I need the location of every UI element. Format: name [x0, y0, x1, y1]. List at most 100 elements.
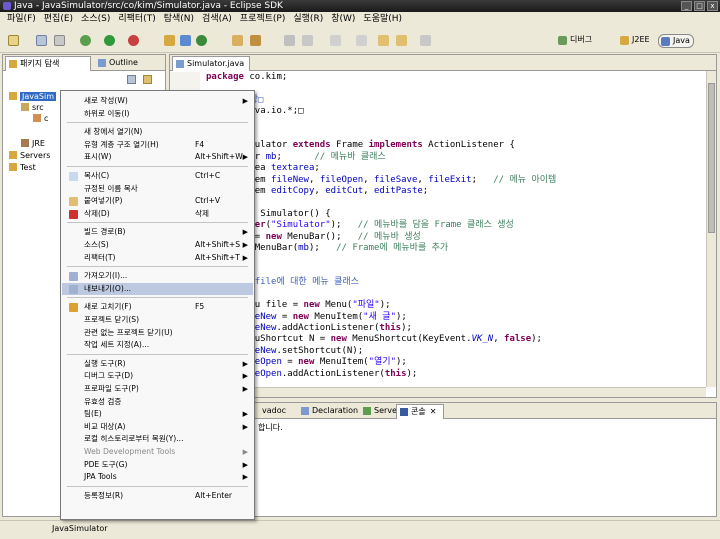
context-menu-item[interactable]: 하위로 이동(I)	[62, 108, 253, 120]
menu-item-label: 소스(S)	[84, 240, 109, 249]
menu-search[interactable]: 검색(A)	[198, 12, 236, 26]
perspective-debug[interactable]: 디버그	[556, 34, 595, 48]
context-menu-item[interactable]: 붙여넣기(P) Ctrl+V	[62, 195, 253, 207]
copy-icon	[69, 172, 78, 181]
annotation-next-icon[interactable]	[330, 35, 341, 46]
menu-refactor[interactable]: 리팩터(T)	[114, 12, 159, 26]
tab-package-explorer[interactable]: 패키지 탐색	[5, 56, 91, 71]
menu-file[interactable]: 파일(F)	[3, 12, 40, 26]
context-menu-item[interactable]: 관련 없는 프로젝트 닫기(U)	[62, 327, 253, 339]
context-menu-item[interactable]: 등록정보(R) Alt+Enter	[62, 490, 253, 502]
print-icon[interactable]	[54, 35, 65, 46]
package-explorer-tabbar: 패키지 탐색 Outline	[3, 55, 165, 71]
menu-window[interactable]: 창(W)	[327, 12, 359, 26]
context-menu-item[interactable]: 삭제(D) 삭제	[62, 208, 253, 220]
save-icon[interactable]	[36, 35, 47, 46]
open-type-icon[interactable]	[232, 35, 243, 46]
close-tab-icon[interactable]: ✕	[430, 407, 437, 416]
context-menu-item[interactable]: 리팩터(T) Alt+Shift+T ▶	[62, 252, 253, 264]
context-menu-item[interactable]: 새로 고치기(F) F5	[62, 301, 253, 313]
debug-perspective-icon	[558, 36, 567, 45]
perspective-debug-label: 디버그	[570, 35, 593, 44]
code-text[interactable]: package co.kim; // : 메모장□ import java.io…	[206, 72, 556, 380]
folder-icon	[9, 151, 17, 159]
perspective-java[interactable]: Java	[658, 34, 694, 48]
context-menu-item[interactable]: 새 창에서 열기(N)	[62, 126, 253, 138]
context-menu-item[interactable]: 가져오기(I)...	[62, 270, 253, 282]
minimize-button[interactable]: _	[681, 1, 692, 11]
context-menu-item[interactable]: 프로젝트 닫기(S)	[62, 314, 253, 326]
menu-run[interactable]: 실행(R)	[289, 12, 327, 26]
debug-icon[interactable]	[80, 35, 91, 46]
menu-separator	[67, 297, 248, 299]
tab-declaration[interactable]: Declaration	[298, 404, 358, 419]
delete-icon	[69, 209, 78, 219]
new-icon[interactable]	[8, 35, 19, 46]
maximize-button[interactable]: □	[694, 1, 705, 11]
tab-console[interactable]: 콘솔 ✕	[396, 404, 444, 419]
context-menu-item[interactable]: 표시(W) Alt+Shift+W ▶	[62, 151, 253, 163]
context-menu-item[interactable]: 유효성 검증	[62, 396, 253, 408]
tree-item-jre[interactable]: JRE	[21, 138, 45, 150]
back-icon[interactable]	[396, 35, 407, 46]
tab-outline[interactable]: Outline	[95, 56, 155, 71]
context-menu-item[interactable]: PDE 도구(G) ▶	[62, 459, 253, 471]
status-text: JavaSimulator	[52, 524, 108, 533]
editor-tab-label: Simulator.java	[187, 59, 245, 68]
context-menu-item[interactable]: 내보내기(O)...	[62, 282, 253, 295]
new-java-project-icon[interactable]	[164, 35, 175, 46]
forward-icon[interactable]	[420, 35, 431, 46]
context-menu-item[interactable]: JPA Tools ▶	[62, 471, 253, 483]
scrollbar-thumb[interactable]	[708, 83, 715, 233]
package-explorer-icon	[9, 60, 17, 68]
context-menu-item[interactable]: Web Development Tools ▶	[62, 446, 253, 458]
context-menu-item[interactable]: 작업 세트 지정(A)...	[62, 339, 253, 351]
link-with-editor-icon[interactable]	[143, 75, 152, 84]
search-icon[interactable]	[250, 35, 261, 46]
context-menu-item[interactable]: 빌드 경로(B) ▶	[62, 226, 253, 238]
menu-item-label: 유형 계층 구조 열기(H)	[84, 139, 159, 149]
menu-project[interactable]: 프로젝트(P)	[236, 12, 290, 26]
menu-navigate[interactable]: 탐색(N)	[160, 12, 198, 26]
j2ee-perspective-icon	[620, 36, 629, 45]
external-tools-icon[interactable]	[128, 35, 139, 46]
context-menu-item[interactable]: 디버그 도구(D) ▶	[62, 370, 253, 382]
submenu-arrow-icon: ▶	[242, 153, 248, 162]
submenu-arrow-icon: ▶	[242, 97, 248, 105]
toggle-breadcrumb-icon[interactable]	[302, 35, 313, 46]
tab-simulator-java[interactable]: Simulator.java	[172, 56, 250, 71]
tree-item-test[interactable]: Test	[9, 162, 36, 174]
editor-tabbar: Simulator.java	[170, 55, 716, 71]
mark-occurrences-icon[interactable]	[284, 35, 295, 46]
tree-item-package[interactable]: c	[33, 113, 48, 125]
menu-source[interactable]: 소스(S)	[77, 12, 114, 26]
tab-console-label: 콘솔	[411, 407, 426, 416]
close-button[interactable]: x	[707, 1, 718, 11]
context-menu-item[interactable]: 새로 작성(W) ▶	[62, 95, 253, 107]
menu-edit[interactable]: 편집(E)	[40, 12, 77, 26]
perspective-j2ee[interactable]: J2EE	[618, 34, 653, 48]
run-icon[interactable]	[104, 35, 115, 46]
context-menu-item[interactable]: 로컬 히스토리로부터 복원(Y)...	[62, 433, 253, 445]
menu-item-shortcut: Alt+Shift+S	[195, 240, 241, 249]
context-menu: 새로 작성(W) ▶ 하위로 이동(I) 새 창에서 열기(N) 유형 계층 구조 열기…	[60, 90, 255, 520]
new-package-icon[interactable]	[180, 35, 191, 46]
context-menu-item[interactable]: 유형 계층 구조 열기(H) F4	[62, 139, 253, 151]
menu-help[interactable]: 도움말(H)	[359, 12, 406, 26]
tree-item-servers[interactable]: Servers	[9, 150, 50, 162]
context-menu-item[interactable]: 프로파일 도구(P) ▶	[62, 383, 253, 395]
context-menu-item[interactable]: 복사(C) Ctrl+C	[62, 170, 253, 182]
new-class-icon[interactable]	[196, 35, 207, 46]
context-menu-item[interactable]: 실행 도구(R) ▶	[62, 358, 253, 370]
editor-vertical-scrollbar[interactable]	[706, 71, 716, 387]
menu-separator	[67, 485, 248, 487]
last-edit-location-icon[interactable]	[378, 35, 389, 46]
tab-javadoc[interactable]: vadoc	[258, 404, 296, 419]
context-menu-item[interactable]: 소스(S) Alt+Shift+S ▶	[62, 239, 253, 251]
context-menu-item[interactable]: 팀(E) ▶	[62, 408, 253, 420]
collapse-all-icon[interactable]	[127, 75, 136, 84]
context-menu-item[interactable]: 비교 대상(A) ▶	[62, 421, 253, 433]
window-titlebar: Java - JavaSimulator/src/co/kim/Simulato…	[0, 0, 720, 12]
context-menu-item[interactable]: 규정된 이름 복사	[62, 183, 253, 195]
annotation-prev-icon[interactable]	[356, 35, 367, 46]
